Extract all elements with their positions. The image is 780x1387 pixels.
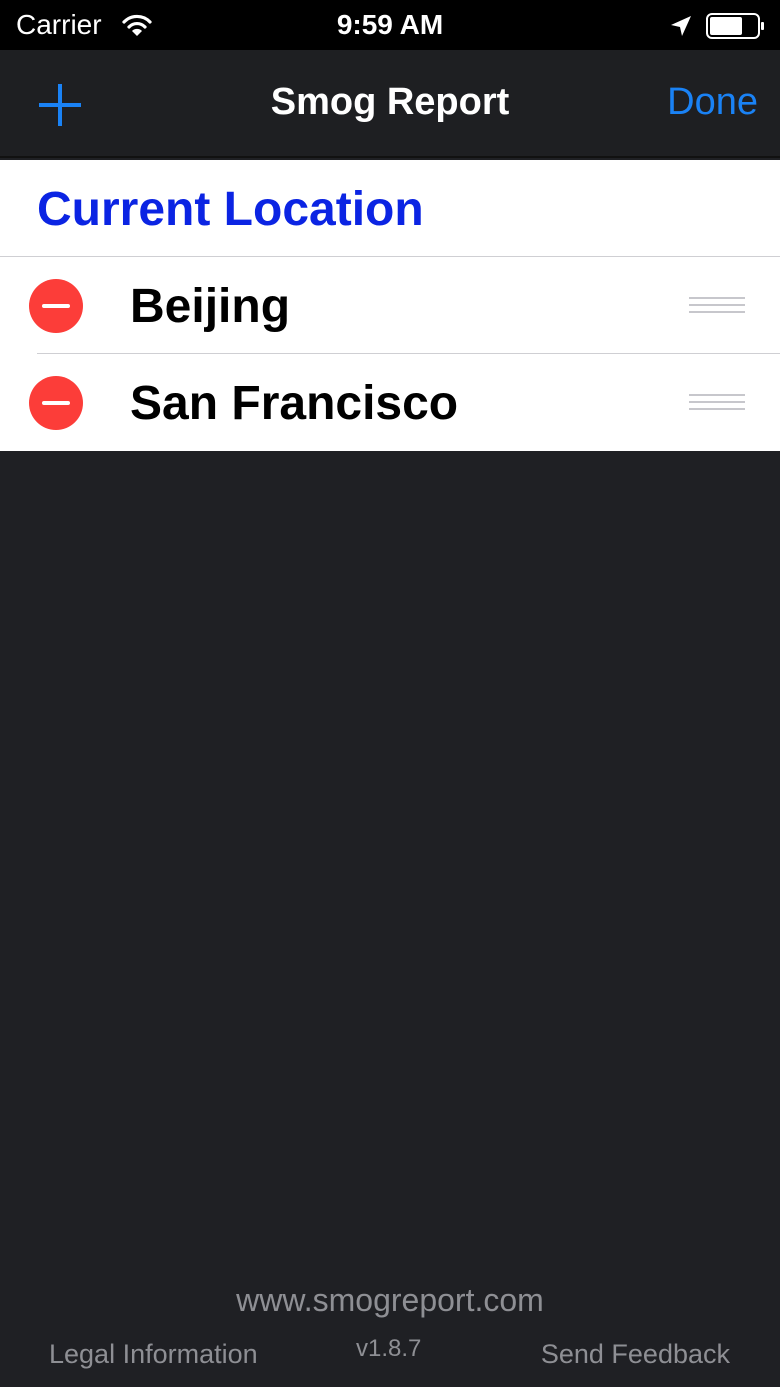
nav-title: Smog Report	[270, 81, 510, 123]
screen: Carrier 9:59 AM Smog Report Done Current…	[0, 0, 780, 1387]
battery-icon	[706, 13, 764, 39]
current-location-label: Current Location	[37, 183, 424, 236]
reorder-handle-icon[interactable]	[689, 392, 745, 412]
send-feedback-link[interactable]: Send Feedback	[541, 1339, 730, 1370]
delete-san-francisco-button[interactable]	[29, 376, 83, 430]
version-label: v1.8.7	[356, 1335, 422, 1362]
navigation-bar: Smog Report Done	[0, 50, 780, 158]
done-button[interactable]: Done	[667, 81, 758, 124]
website-link[interactable]: www.smogreport.com	[0, 1282, 780, 1319]
city-name: Beijing	[130, 280, 291, 333]
city-row-beijing[interactable]: Beijing	[0, 257, 780, 354]
location-list: Current Location Beijing San Francisco	[0, 160, 780, 451]
reorder-handle-icon[interactable]	[689, 295, 745, 315]
legal-information-link[interactable]: Legal Information	[49, 1339, 258, 1370]
status-bar: Carrier 9:59 AM	[0, 0, 780, 50]
current-location-row[interactable]: Current Location	[0, 160, 780, 257]
city-name: San Francisco	[130, 377, 459, 430]
city-row-san-francisco[interactable]: San Francisco	[0, 354, 780, 451]
location-arrow-icon	[671, 16, 691, 36]
status-time: 9:59 AM	[336, 9, 444, 40]
delete-beijing-button[interactable]	[29, 279, 83, 333]
